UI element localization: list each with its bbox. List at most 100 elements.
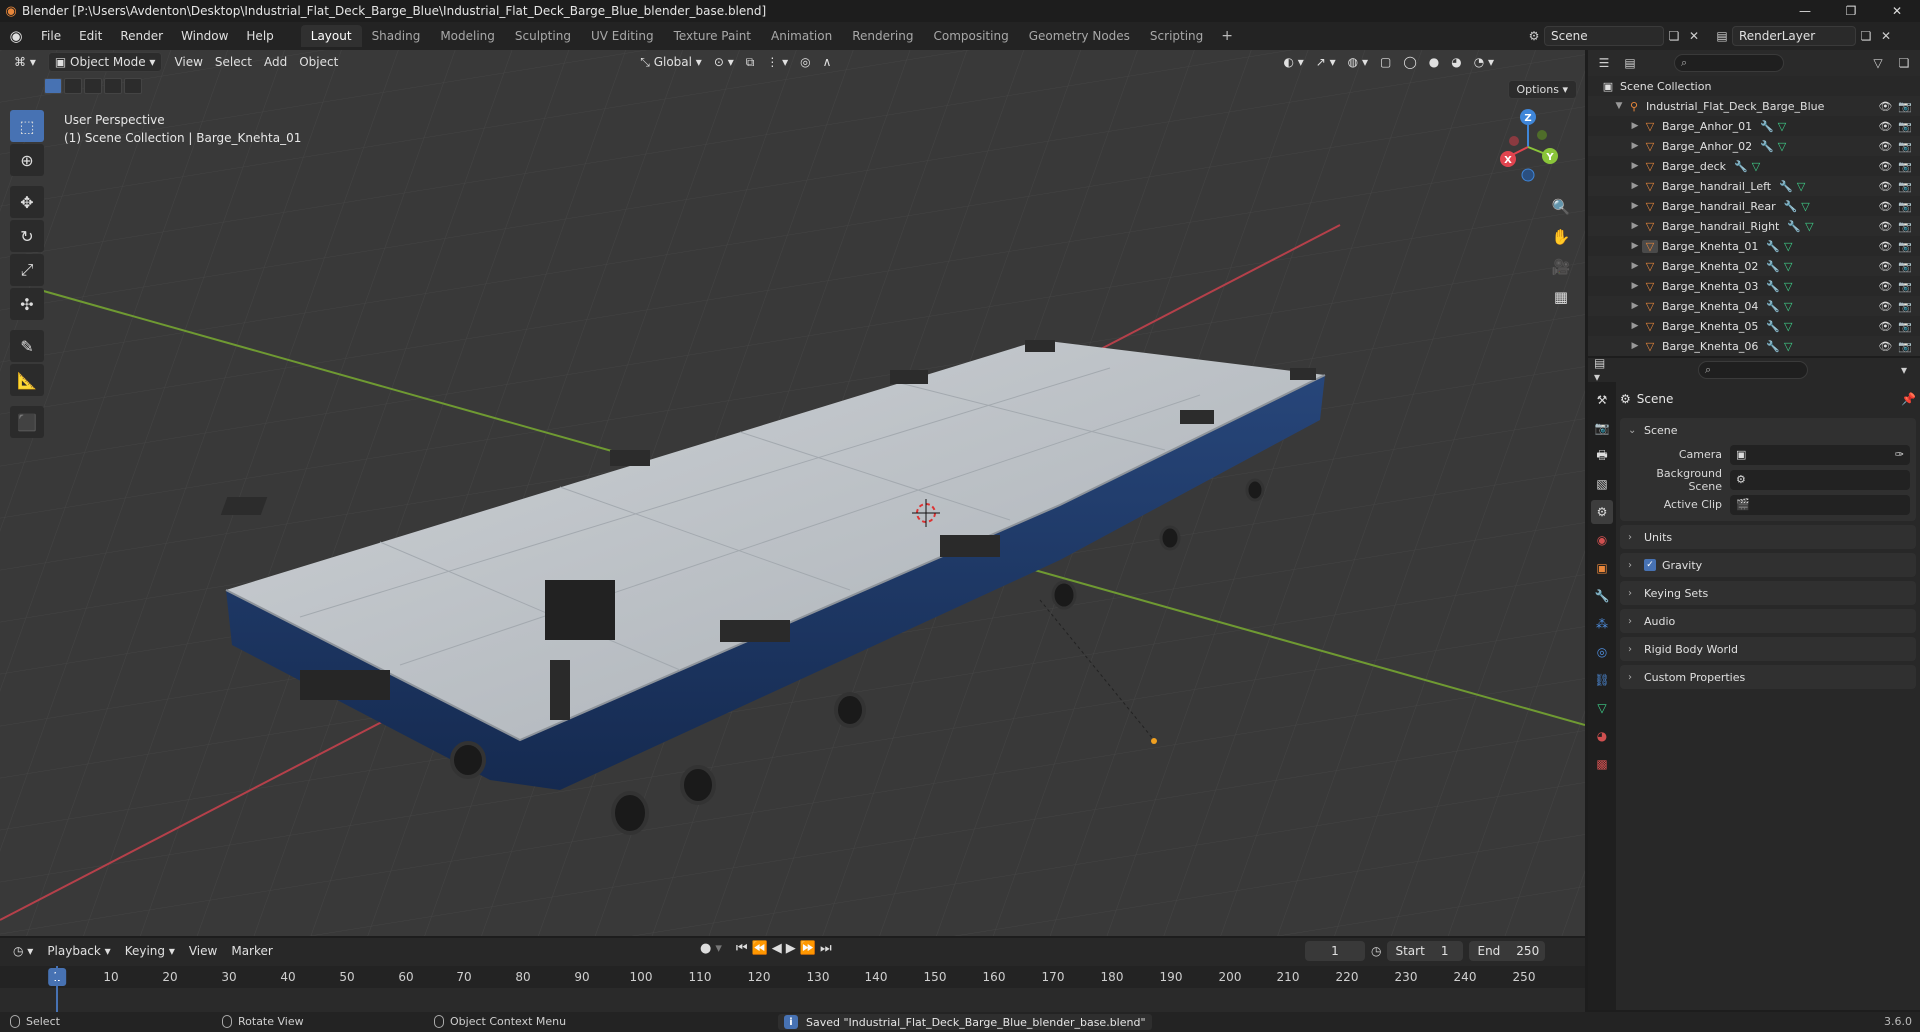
eye-icon[interactable]: 👁 — [1878, 240, 1892, 253]
select-new-icon[interactable] — [44, 78, 62, 94]
units-panel[interactable]: › Units — [1620, 525, 1916, 549]
active-clip-field[interactable]: 🎬 — [1730, 494, 1910, 515]
modifier-icon[interactable]: 🔧 ▽ — [1779, 180, 1805, 193]
physics-tab-icon[interactable]: ◎ — [1591, 640, 1613, 664]
playhead-line[interactable] — [56, 966, 58, 1012]
timeline-menu-keying[interactable]: Keying ▾ — [118, 944, 182, 958]
texture-tab-icon[interactable]: ▩ — [1591, 752, 1613, 776]
outliner-editor-type-icon[interactable]: ☰ — [1594, 53, 1614, 73]
pan-hand-icon[interactable]: ✋ — [1548, 225, 1574, 249]
scene-icon[interactable]: ⚙ — [1524, 26, 1544, 46]
gravity-panel[interactable]: › ✓ Gravity — [1620, 553, 1916, 577]
output-tab-icon[interactable]: 🖶 — [1591, 444, 1613, 468]
proportional-edit-icon[interactable]: ◎ — [794, 52, 816, 72]
next-keyframe-icon[interactable]: ⏩ — [800, 941, 816, 956]
render-icon[interactable]: 📷 — [1898, 300, 1912, 313]
expand-icon[interactable]: ▶ — [1628, 201, 1642, 211]
viewport-menu-add[interactable]: Add — [258, 52, 293, 72]
scene-field[interactable]: Scene — [1544, 26, 1664, 46]
list-item[interactable]: ▶ ▽ Barge_handrail_Right 🔧 ▽ 👁 📷 — [1588, 216, 1920, 236]
list-item[interactable]: ▶ ▽ Barge_Knehta_04 🔧 ▽ 👁 📷 — [1588, 296, 1920, 316]
mode-dropdown[interactable]: ▣ Object Mode ▾ — [47, 52, 163, 72]
tab-texture-paint[interactable]: Texture Paint — [664, 25, 761, 47]
wireframe-shading-icon[interactable]: ◯ — [1397, 52, 1422, 72]
pivot-dropdown-icon[interactable]: ⊙ ▾ — [708, 52, 740, 72]
expand-icon[interactable]: ▶ — [1628, 181, 1642, 191]
list-item[interactable]: ▶ ▽ Barge_Knehta_06 🔧 ▽ 👁 📷 — [1588, 336, 1920, 356]
material-tab-icon[interactable]: ◕ — [1591, 724, 1613, 748]
viewport-menu-view[interactable]: View — [168, 52, 208, 72]
delete-scene-icon[interactable]: ✕ — [1684, 26, 1704, 46]
chevron-down-icon[interactable]: ▾ — [715, 941, 722, 956]
orientation-dropdown[interactable]: ⤡ Global ▾ — [634, 52, 708, 72]
list-item[interactable]: ▶ ▽ Barge_handrail_Rear 🔧 ▽ 👁 📷 — [1588, 196, 1920, 216]
properties-options-icon[interactable]: ▾ — [1894, 360, 1914, 380]
menu-file[interactable]: File — [32, 25, 70, 47]
eye-icon[interactable]: 👁 — [1878, 320, 1892, 333]
properties-editor-type-icon[interactable]: ▤ ▾ — [1594, 358, 1614, 384]
render-icon[interactable]: 📷 — [1898, 280, 1912, 293]
select-intersect-icon[interactable] — [124, 78, 142, 94]
collection-row[interactable]: ▼ ⚲ Industrial_Flat_Deck_Barge_Blue 👁 📷 — [1588, 96, 1920, 116]
snap-target-icon[interactable]: ⋮ ▾ — [760, 52, 794, 72]
modifier-icon[interactable]: 🔧 ▽ — [1760, 140, 1786, 153]
snap-toggle-icon[interactable]: ⧉ — [740, 52, 761, 72]
expand-icon[interactable]: ▶ — [1628, 241, 1642, 251]
render-icon[interactable]: 📷 — [1898, 220, 1912, 233]
3d-viewport[interactable]: ⌘ ▾ ▣ Object Mode ▾ View Select Add Obje… — [0, 50, 1585, 936]
viewport-menu-select[interactable]: Select — [209, 52, 258, 72]
world-tab-icon[interactable]: ◉ — [1591, 528, 1613, 552]
eye-icon[interactable]: 👁 — [1878, 340, 1892, 353]
rigid-body-world-panel[interactable]: › Rigid Body World — [1620, 637, 1916, 661]
expand-icon[interactable]: ▶ — [1628, 221, 1642, 231]
xray-icon[interactable]: ▢ — [1374, 52, 1397, 72]
preview-range-icon[interactable]: ◷ — [1371, 944, 1381, 958]
timeline-ruler[interactable]: 1 10 20 30 40 50 60 70 80 90 100 110 120… — [0, 966, 1585, 988]
modifier-icon[interactable]: 🔧 ▽ — [1787, 220, 1813, 233]
render-icon[interactable]: 📷 — [1898, 120, 1912, 133]
expand-icon[interactable]: ▶ — [1628, 281, 1642, 291]
eye-icon[interactable]: 👁 — [1878, 120, 1892, 133]
particles-tab-icon[interactable]: ⁂ — [1591, 612, 1613, 636]
eye-icon[interactable]: 👁 — [1878, 300, 1892, 313]
tab-layout[interactable]: Layout — [300, 25, 362, 47]
jump-end-icon[interactable]: ⏭ — [820, 941, 832, 956]
material-shading-icon[interactable]: ◕ — [1445, 52, 1467, 72]
select-box-icon[interactable]: ⬚ — [10, 110, 44, 142]
delete-view-layer-icon[interactable]: ✕ — [1876, 26, 1896, 46]
list-item[interactable]: ▶ ▽ Barge_handrail_Left 🔧 ▽ 👁 📷 — [1588, 176, 1920, 196]
tab-compositing[interactable]: Compositing — [923, 25, 1018, 47]
expand-icon[interactable]: ▶ — [1628, 261, 1642, 271]
render-icon[interactable]: 📷 — [1898, 240, 1912, 253]
transform-icon[interactable]: ✣ — [10, 288, 44, 320]
menu-render[interactable]: Render — [111, 25, 172, 47]
camera-field[interactable]: ▣ ✑ — [1730, 444, 1910, 465]
render-icon[interactable]: 📷 — [1898, 140, 1912, 153]
eye-icon[interactable]: 👁 — [1878, 220, 1892, 233]
timeline-menu-marker[interactable]: Marker — [224, 944, 279, 958]
falloff-icon[interactable]: ∧ — [817, 52, 838, 72]
modifier-icon[interactable]: 🔧 ▽ — [1766, 300, 1792, 313]
gravity-checkbox[interactable]: ✓ — [1644, 559, 1656, 571]
render-icon[interactable]: 📷 — [1898, 100, 1912, 113]
list-item[interactable]: ▶ ▽ Barge_Knehta_01 🔧 ▽ 👁 📷 — [1588, 236, 1920, 256]
properties-search-input[interactable]: ⌕ — [1698, 361, 1808, 379]
menu-help[interactable]: Help — [237, 25, 282, 47]
pin-icon[interactable]: 📌 — [1901, 392, 1916, 406]
list-item[interactable]: ▶ ▽ Barge_Anhor_02 🔧 ▽ 👁 📷 — [1588, 136, 1920, 156]
expand-icon[interactable]: ▶ — [1628, 121, 1642, 131]
menu-window[interactable]: Window — [172, 25, 237, 47]
record-icon[interactable]: ● — [700, 941, 711, 956]
keying-sets-panel[interactable]: › Keying Sets — [1620, 581, 1916, 605]
close-icon[interactable]: ✕ — [1874, 0, 1920, 22]
timeline-editor-type-icon[interactable]: ◷ ▾ — [6, 944, 40, 958]
tab-scripting[interactable]: Scripting — [1140, 25, 1213, 47]
select-subtract-icon[interactable] — [84, 78, 102, 94]
render-icon[interactable]: 📷 — [1898, 200, 1912, 213]
tab-animation[interactable]: Animation — [761, 25, 842, 47]
render-tab-icon[interactable]: 📷 — [1591, 416, 1613, 440]
view-layer-field[interactable]: RenderLayer — [1732, 26, 1856, 46]
modifier-icon[interactable]: 🔧 ▽ — [1784, 200, 1810, 213]
custom-properties-panel[interactable]: › Custom Properties — [1620, 665, 1916, 689]
list-item[interactable]: ▶ ▽ Barge_Knehta_02 🔧 ▽ 👁 📷 — [1588, 256, 1920, 276]
